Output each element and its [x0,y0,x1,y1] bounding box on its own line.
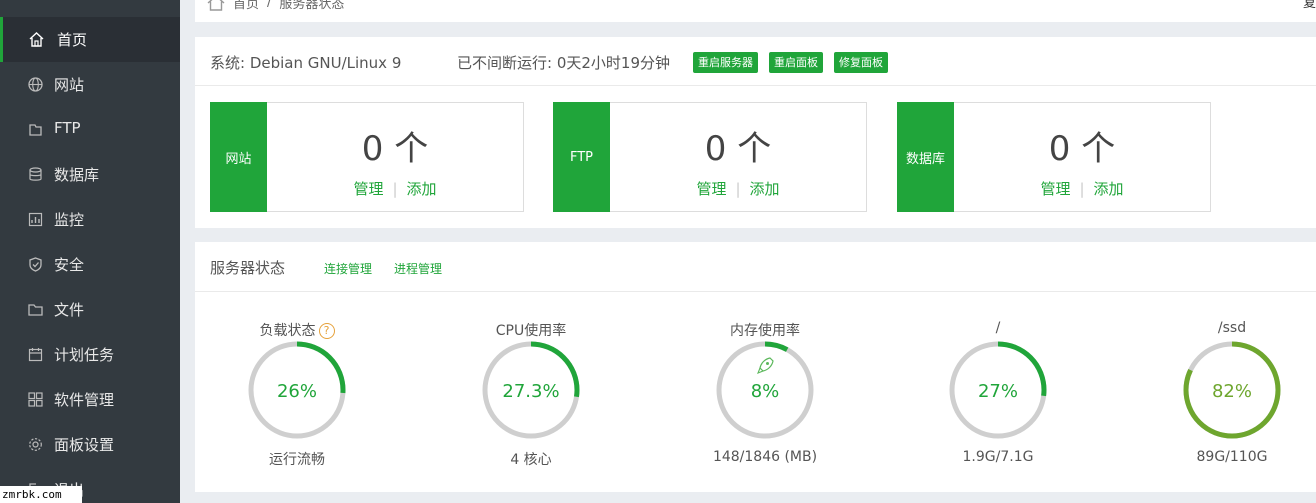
sidebar-item-label: FTP [54,119,81,137]
sidebar: 首页 网站 FTP 数据库 监控 安全 文件 计划任务 软件管理 面板设置 退出 [0,0,180,503]
breadcrumb-current: 服务器状态 [279,0,345,12]
breadcrumb-home-link[interactable]: 首页 [233,0,259,12]
shield-icon [29,257,42,272]
gauge-value: 27.3% [502,381,560,402]
gauge-value: 82% [1211,381,1252,402]
sidebar-item-label: 计划任务 [54,346,115,364]
watermark: zmrbk.com [0,486,82,503]
add-link[interactable]: 添加 [750,180,780,198]
manage-link[interactable]: 管理 [1040,180,1070,198]
website-count-card: 网站 0 个 管理 | 添加 [210,102,524,212]
card-tag: FTP [553,102,610,212]
system-os: 系统: Debian GNU/Linux 9 [210,54,402,72]
card-links: 管理 | 添加 [353,180,437,198]
gauge-subtitle: 运行流畅 [269,452,325,468]
repair-panel-button[interactable]: 修复面板 [834,52,888,73]
connection-manage-link[interactable]: 连接管理 [324,260,372,277]
database-icon [29,167,42,181]
monitor-icon [28,212,43,227]
grid-icon [28,392,43,407]
sidebar-item-label: 文件 [54,301,85,319]
sidebar-item-cron[interactable]: 计划任务 [0,332,180,377]
card-tag: 数据库 [897,102,954,212]
card-links: 管理 | 添加 [696,180,780,198]
process-manage-link[interactable]: 进程管理 [394,260,442,277]
breadcrumb: 首页 / 服务器状态 [207,0,344,12]
sidebar-item-ftp[interactable]: FTP [0,107,180,152]
sidebar-item-label: 网站 [54,76,85,94]
calendar-icon [28,348,43,362]
folder-icon [28,304,43,316]
sidebar-item-software[interactable]: 软件管理 [0,377,180,422]
gauge-title: CPU使用率 [495,323,567,339]
sidebar-item-security[interactable]: 安全 [0,242,180,287]
gauge-title: / [995,320,1001,336]
card-count: 0 个 [704,129,772,169]
system-panel: 系统: Debian GNU/Linux 9 已不间断运行: 0天2小时19分钟… [195,37,1316,228]
restart-server-button[interactable]: 重启服务器 [693,52,758,73]
gauge-subtitle: 148/1846 (MB) [712,449,818,465]
gauge-title: 内存使用率 [730,323,800,339]
add-link[interactable]: 添加 [1094,180,1124,198]
sidebar-item-settings[interactable]: 面板设置 [0,422,180,467]
card-count: 0 个 [1048,129,1116,169]
sidebar-item-home[interactable]: 首页 [0,17,180,62]
gauge-subtitle: 1.9G/7.1G [962,449,1034,465]
disk-ssd-gauge[interactable]: /ssd 82% 89G/110G [1147,320,1316,470]
status-header: 服务器状态 连接管理 进程管理 [195,242,1316,292]
gauge-value: 8% [750,381,780,402]
rocket-icon [757,357,774,374]
gauge-value: 26% [276,381,317,402]
sidebar-item-label: 安全 [54,256,85,274]
breadcrumb-separator: / [267,0,272,10]
database-count-card: 数据库 0 个 管理 | 添加 [897,102,1211,212]
sidebar-item-label: 软件管理 [54,391,115,409]
topright-text[interactable]: 复 [1303,0,1316,11]
home-icon[interactable] [207,0,225,11]
card-tag: 网站 [210,102,267,212]
disk-root-gauge[interactable]: / 27% 1.9G/7.1G [913,320,1083,470]
status-title: 服务器状态 [210,259,286,277]
memory-gauge[interactable]: 内存使用率 8% 148/1846 (MB) [680,320,850,470]
cpu-gauge[interactable]: CPU使用率 27.3% 4 核心 [446,320,616,470]
gauge-subtitle: 89G/110G [1196,449,1268,465]
sidebar-item-label: 面板设置 [54,436,115,454]
system-header: 系统: Debian GNU/Linux 9 已不间断运行: 0天2小时19分钟… [195,37,1316,86]
sidebar-item-monitor[interactable]: 监控 [0,197,180,242]
breadcrumb-bar: 首页 / 服务器状态 复 [195,0,1316,22]
globe-icon [28,77,43,92]
system-uptime: 已不间断运行: 0天2小时19分钟 [457,54,670,72]
home-icon [29,32,44,47]
sidebar-item-label: 监控 [54,211,85,229]
manage-link[interactable]: 管理 [696,180,726,198]
sidebar-item-label: 首页 [57,31,88,49]
card-links: 管理 | 添加 [1040,180,1124,198]
gauge-value: 27% [977,381,1018,402]
sidebar-item-label: 数据库 [54,166,100,184]
gauge-subtitle: 4 核心 [510,452,552,468]
sidebar-item-database[interactable]: 数据库 [0,152,180,197]
gauge-title: 负载状态? [212,320,382,340]
help-icon[interactable]: ? [318,323,335,339]
manage-link[interactable]: 管理 [353,180,383,198]
server-status-panel: 服务器状态 连接管理 进程管理 负载状态? 26% 运行流畅 CPU使用率 27… [195,242,1316,492]
ftp-count-card: FTP 0 个 管理 | 添加 [553,102,867,212]
card-count: 0 个 [361,129,429,169]
add-link[interactable]: 添加 [407,180,437,198]
load-gauge[interactable]: 负载状态? 26% 运行流畅 [212,320,382,470]
gear-icon [29,438,42,451]
restart-panel-button[interactable]: 重启面板 [769,52,823,73]
gauge-title: /ssd [1217,320,1247,336]
sidebar-item-files[interactable]: 文件 [0,287,180,332]
ftp-icon [29,124,42,136]
sidebar-item-website[interactable]: 网站 [0,62,180,107]
